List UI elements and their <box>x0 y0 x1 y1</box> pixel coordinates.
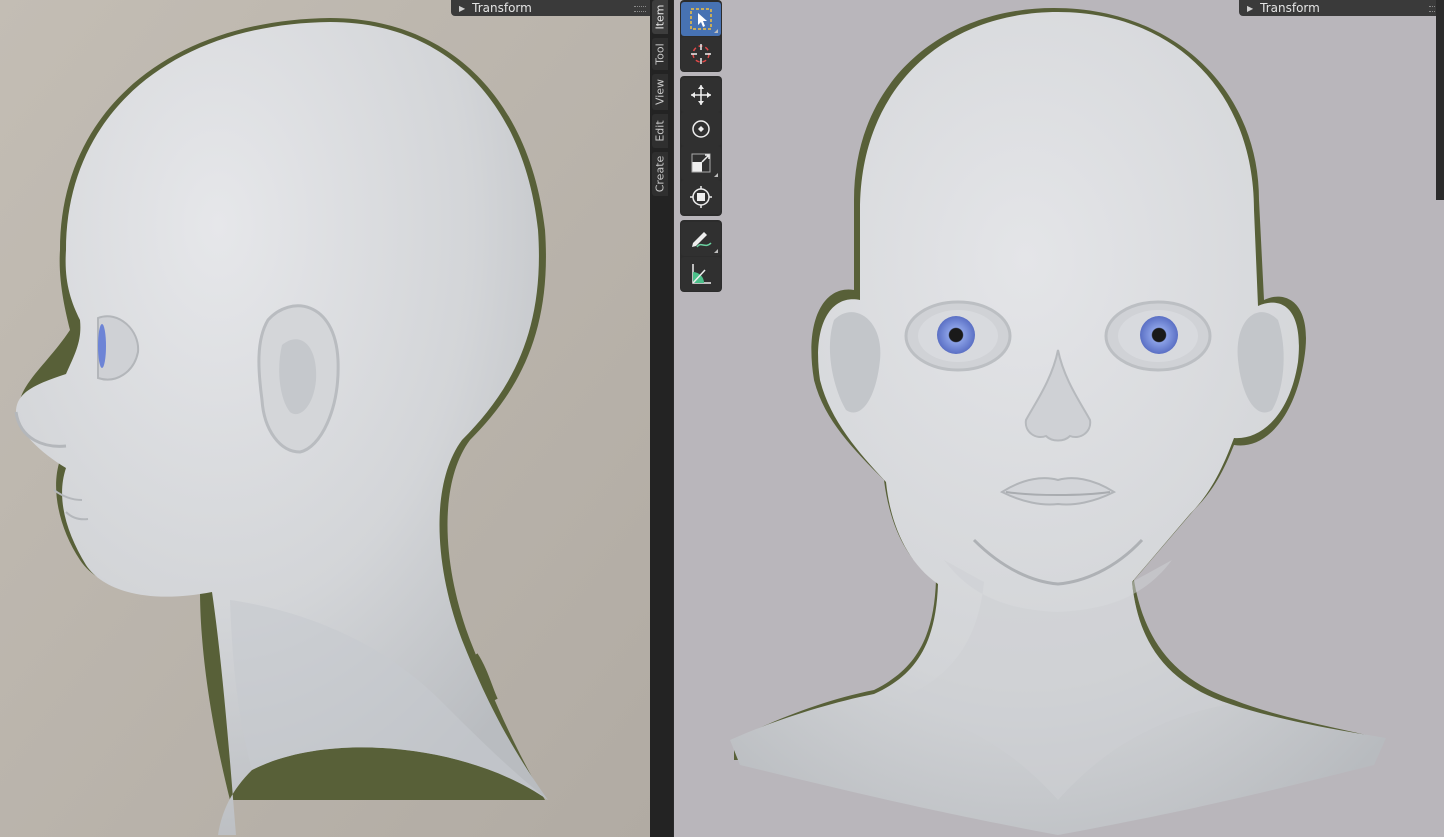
tab-tool[interactable]: Tool <box>652 38 668 70</box>
drag-grip-icon[interactable] <box>634 6 646 12</box>
measure-tool-button[interactable] <box>681 257 721 291</box>
transform-panel-header[interactable]: ▶ Transform <box>451 0 650 16</box>
transform-icon <box>690 186 712 208</box>
transform-tool-button[interactable] <box>681 180 721 214</box>
move-tool-button[interactable] <box>681 78 721 112</box>
scale-icon <box>691 153 711 173</box>
scale-tool-button[interactable] <box>681 146 721 180</box>
viewport-left[interactable]: ▶ Transform <box>0 0 650 837</box>
cursor-tool-button[interactable] <box>681 37 721 71</box>
submenu-corner-icon <box>714 29 718 33</box>
head-model-side-view <box>0 0 650 837</box>
annotate-tool-button[interactable] <box>681 222 721 256</box>
rotate-tool-button[interactable] <box>681 112 721 146</box>
collapse-triangle-icon[interactable]: ▶ <box>1247 4 1253 13</box>
tab-view[interactable]: View <box>652 74 668 110</box>
tab-edit[interactable]: Edit <box>652 114 668 148</box>
right-eye-iris <box>1140 316 1178 354</box>
annotate-icon <box>692 232 712 248</box>
move-icon <box>691 85 711 105</box>
measure-icon <box>692 264 711 284</box>
tool-group-transform <box>680 76 722 216</box>
select-box-icon <box>690 8 712 30</box>
collapse-triangle-icon[interactable]: ▶ <box>459 4 465 13</box>
tab-item[interactable]: Item <box>652 0 668 34</box>
transform-panel-header-right[interactable]: ▶ Transform <box>1239 0 1444 16</box>
tool-group-select <box>680 0 722 72</box>
head-model-front-view <box>674 0 1444 837</box>
cursor-icon <box>691 44 711 64</box>
submenu-corner-icon <box>714 173 718 177</box>
panel-title: Transform <box>1260 1 1320 15</box>
left-eye-iris <box>937 316 975 354</box>
viewport-right[interactable]: ▶ Transform <box>673 0 1444 837</box>
rotate-icon <box>692 120 710 138</box>
panel-title: Transform <box>472 1 532 15</box>
tool-group-annotate <box>680 220 722 292</box>
tab-create[interactable]: Create <box>652 152 668 196</box>
submenu-corner-icon <box>714 249 718 253</box>
sidebar-tabs-right-clipped[interactable] <box>1436 0 1444 200</box>
select-box-tool-button[interactable] <box>681 2 721 36</box>
sidebar-tabs-left: Item Tool View Edit Create <box>650 0 673 837</box>
